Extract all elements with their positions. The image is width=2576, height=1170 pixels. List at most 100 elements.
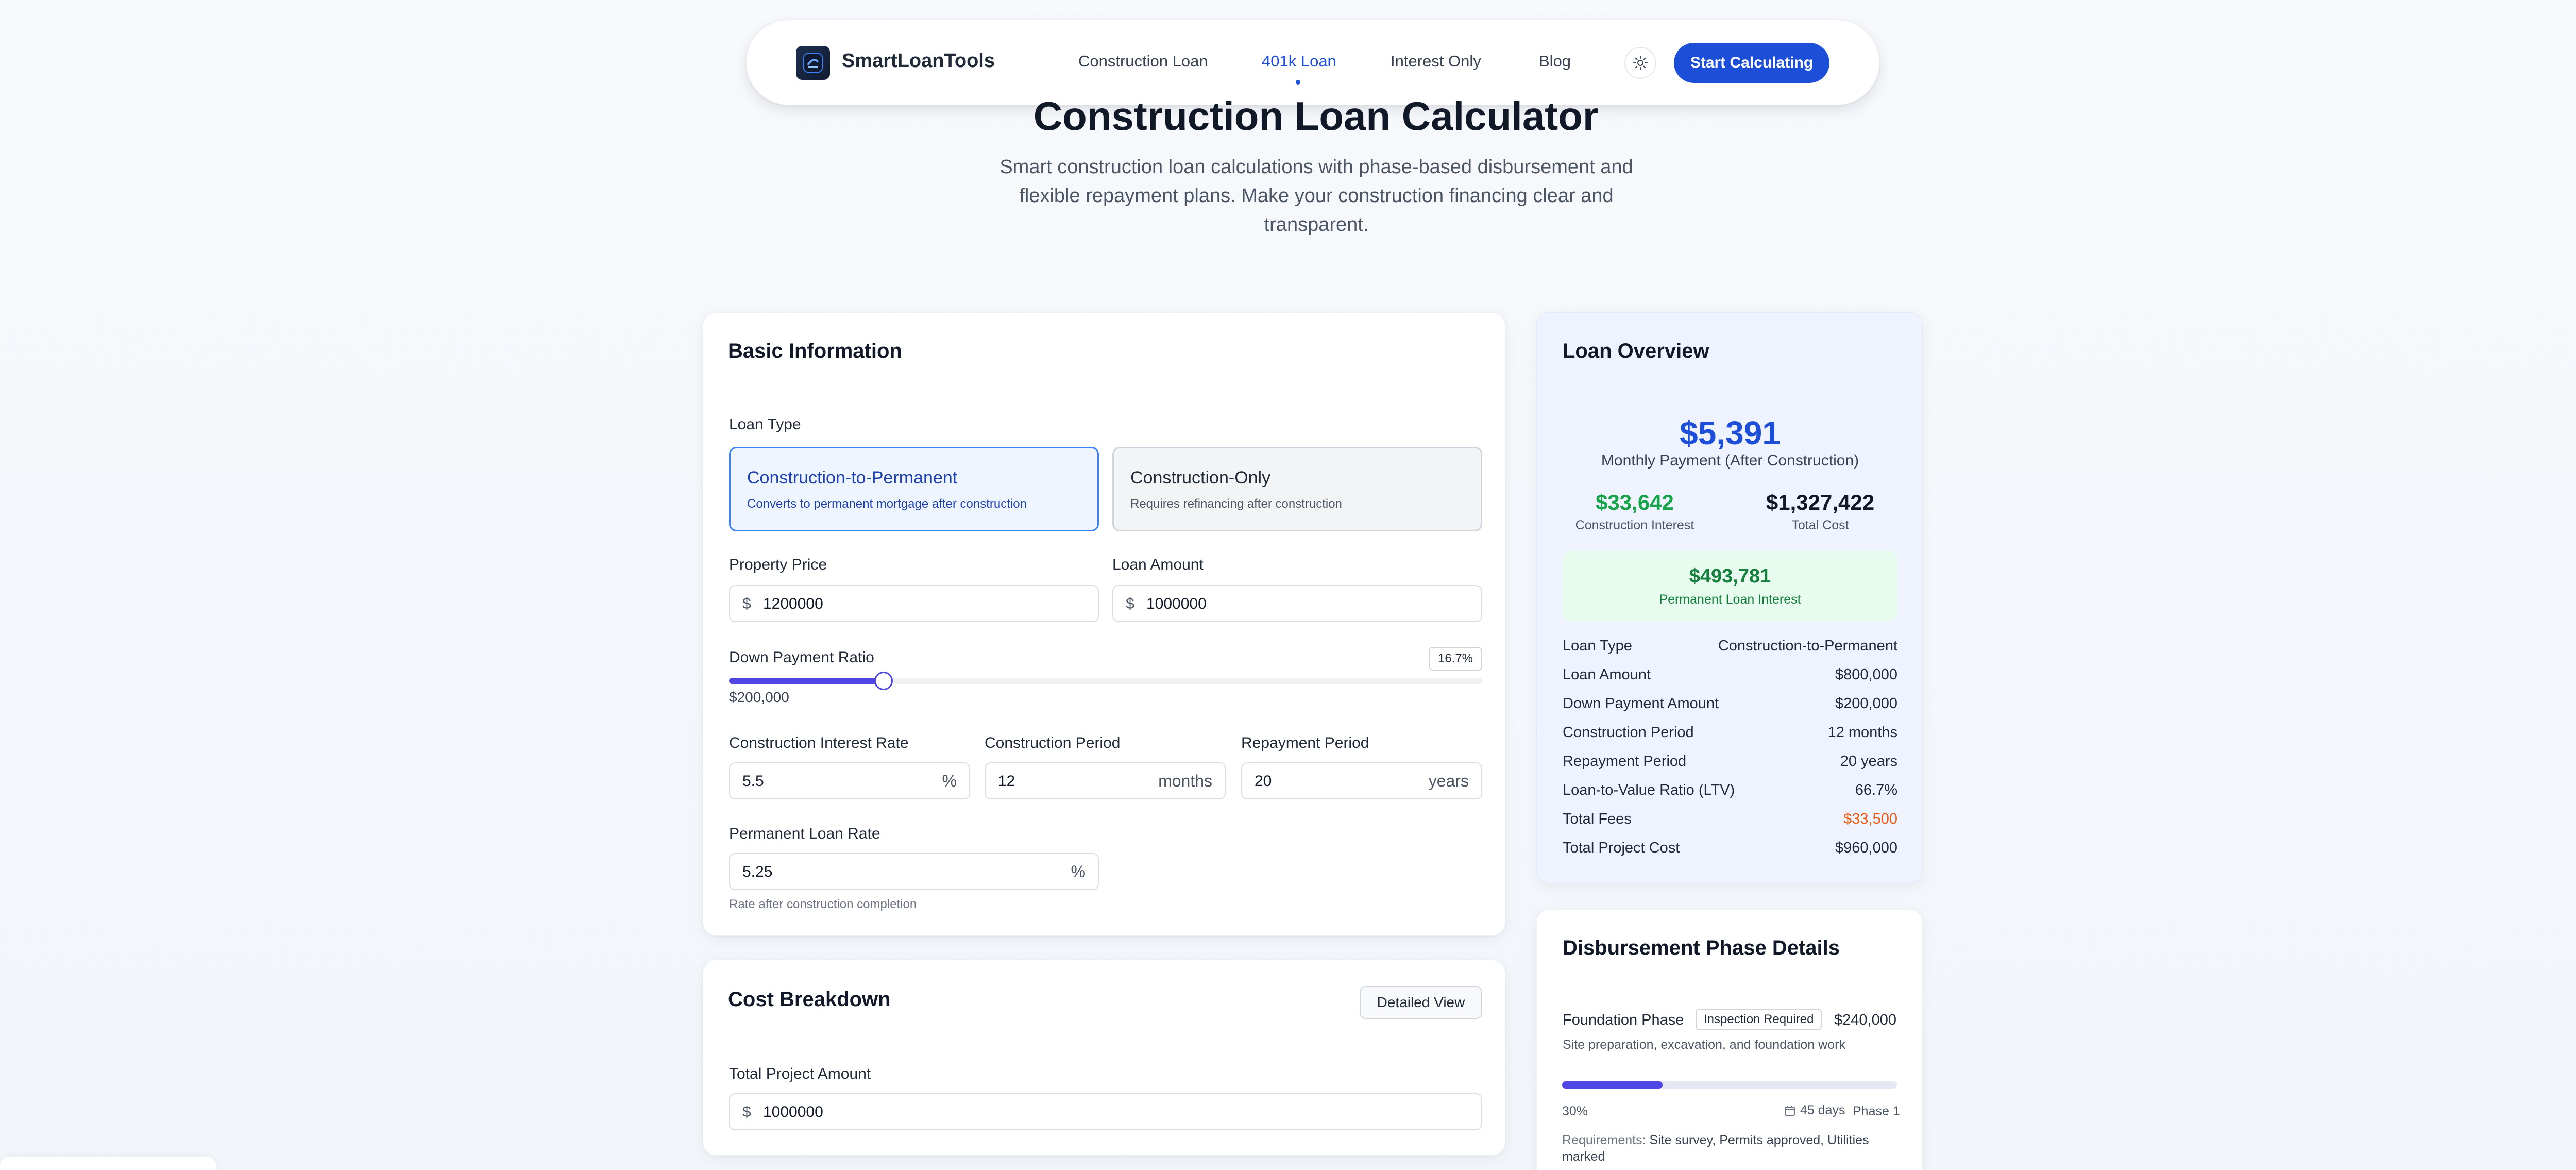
input-suffix: %: [942, 772, 957, 790]
overview-row-repayment-period: Repayment Period 20 years: [1563, 753, 1897, 774]
row-value: 66.7%: [1855, 782, 1897, 798]
loan-type-option-construction-only[interactable]: Construction-Only Requires refinancing a…: [1112, 447, 1482, 531]
construction-rate-input[interactable]: 5.5 %: [729, 762, 970, 799]
permanent-rate-hint: Rate after construction completion: [729, 897, 917, 911]
total-project-amount-input[interactable]: $ 1000000: [729, 1093, 1482, 1130]
permanent-interest-value: $493,781: [1689, 565, 1771, 587]
row-key: Repayment Period: [1563, 753, 1687, 770]
card-title: Cost Breakdown: [728, 988, 891, 1011]
permanent-rate-label: Permanent Loan Rate: [729, 825, 880, 842]
monthly-payment-label: Monthly Payment (After Construction): [1601, 452, 1859, 469]
nav-link-blog[interactable]: Blog: [1539, 52, 1571, 71]
phase-number: Phase 1: [1853, 1104, 1900, 1118]
input-value: 1000000: [763, 1104, 823, 1121]
row-key: Construction Period: [1563, 724, 1694, 741]
input-suffix: years: [1428, 772, 1469, 790]
loan-amount-input[interactable]: $ 1000000: [1112, 585, 1482, 622]
property-price-label: Property Price: [729, 556, 827, 573]
overview-row-loan-amount: Loan Amount $800,000: [1563, 666, 1897, 687]
overview-row-down-payment: Down Payment Amount $200,000: [1563, 695, 1897, 716]
currency-prefix: $: [1126, 595, 1134, 612]
total-project-amount-label: Total Project Amount: [729, 1065, 871, 1082]
sun-icon: [1633, 56, 1648, 70]
construction-period-label: Construction Period: [985, 734, 1121, 751]
row-value: Construction-to-Permanent: [1718, 638, 1897, 654]
brand-name[interactable]: SmartLoanTools: [842, 50, 995, 72]
input-value: 1000000: [1146, 595, 1207, 612]
currency-prefix: $: [742, 1104, 751, 1121]
nav-link-interest-only[interactable]: Interest Only: [1391, 52, 1481, 71]
card-title: Basic Information: [728, 340, 902, 362]
option-title: Construction-to-Permanent: [747, 468, 958, 488]
slider-fill: [729, 678, 884, 684]
input-suffix: %: [1071, 862, 1086, 881]
slider-thumb[interactable]: [874, 672, 893, 690]
requirements-label: Requirements:: [1562, 1133, 1646, 1147]
property-price-input[interactable]: $ 1200000: [729, 585, 1099, 622]
loan-overview-card: Loan Overview $5,391 Monthly Payment (Af…: [1536, 312, 1923, 883]
construction-period-input[interactable]: 12 months: [985, 762, 1226, 799]
permanent-interest-box: $493,781 Permanent Loan Interest: [1563, 551, 1897, 621]
row-value: $33,500: [1843, 811, 1897, 827]
phase-description: Site preparation, excavation, and founda…: [1563, 1038, 1845, 1052]
option-description: Requires refinancing after construction: [1130, 497, 1342, 511]
disbursement-phase-card: Disbursement Phase Details Foundation Ph…: [1536, 909, 1923, 1170]
nav-link-construction-loan[interactable]: Construction Loan: [1078, 52, 1208, 71]
down-payment-percent-badge: 16.7%: [1429, 647, 1482, 671]
card-title: Loan Overview: [1563, 340, 1709, 362]
phase-percent: 30%: [1562, 1104, 1588, 1118]
page-subtitle: Smart construction loan calculations wit…: [999, 156, 1633, 236]
theme-toggle-button[interactable]: [1624, 47, 1656, 79]
currency-prefix: $: [742, 595, 751, 612]
detailed-view-button[interactable]: Detailed View: [1360, 986, 1482, 1019]
overview-row-loan-type: Loan Type Construction-to-Permanent: [1563, 638, 1897, 658]
row-key: Total Fees: [1563, 811, 1632, 827]
input-value: 5.25: [742, 863, 773, 880]
progress-fill: [1562, 1081, 1663, 1089]
row-value: 20 years: [1840, 753, 1897, 770]
loan-type-label: Loan Type: [729, 416, 801, 433]
row-key: Loan Type: [1563, 638, 1632, 654]
row-value: 12 months: [1827, 724, 1897, 741]
construction-rate-label: Construction Interest Rate: [729, 734, 909, 751]
total-cost-label: Total Cost: [1791, 518, 1849, 532]
row-value: $800,000: [1835, 666, 1897, 683]
repayment-period-label: Repayment Period: [1241, 734, 1369, 751]
repayment-period-input[interactable]: 20 years: [1241, 762, 1482, 799]
row-key: Loan-to-Value Ratio (LTV): [1563, 782, 1735, 798]
monthly-payment-value: $5,391: [1680, 414, 1781, 452]
row-key: Total Project Cost: [1563, 840, 1680, 856]
active-indicator: [1296, 80, 1300, 85]
phase-name: Foundation Phase: [1563, 1012, 1684, 1028]
total-cost-value: $1,327,422: [1766, 490, 1875, 514]
overview-row-ltv: Loan-to-Value Ratio (LTV) 66.7%: [1563, 782, 1897, 803]
option-title: Construction-Only: [1130, 468, 1271, 488]
row-value: $960,000: [1835, 840, 1897, 856]
permanent-rate-input[interactable]: 5.25 %: [729, 853, 1099, 890]
down-payment-label: Down Payment Ratio: [729, 649, 874, 666]
loan-type-option-construction-to-permanent[interactable]: Construction-to-Permanent Converts to pe…: [729, 447, 1099, 531]
input-value: 5.5: [742, 773, 764, 790]
logo-icon[interactable]: [796, 46, 830, 80]
input-value: 20: [1255, 773, 1272, 790]
row-value: $200,000: [1835, 695, 1897, 712]
loan-amount-label: Loan Amount: [1112, 556, 1204, 573]
bottom-left-panel: [0, 1157, 216, 1170]
row-key: Down Payment Amount: [1563, 695, 1719, 712]
input-value: 1200000: [763, 595, 823, 612]
option-description: Converts to permanent mortgage after con…: [747, 497, 1027, 511]
input-suffix: months: [1158, 772, 1212, 790]
page-title: Construction Loan Calculator: [1033, 93, 1599, 139]
overview-row-total-project-cost: Total Project Cost $960,000: [1563, 840, 1897, 860]
phase-progress-bar: [1562, 1081, 1897, 1089]
basic-information-card: Basic Information Loan Type Construction…: [703, 312, 1505, 936]
input-value: 12: [998, 773, 1015, 790]
down-payment-slider[interactable]: [729, 672, 1482, 690]
phase-requirements: Requirements: Site survey, Permits appro…: [1562, 1132, 1897, 1165]
construction-interest-value: $33,642: [1596, 490, 1674, 514]
calendar-icon: [1785, 1105, 1795, 1116]
nav-link-401k-loan[interactable]: 401k Loan: [1262, 52, 1336, 71]
overview-row-construction-period: Construction Period 12 months: [1563, 724, 1897, 745]
start-calculating-button[interactable]: Start Calculating: [1674, 43, 1829, 83]
down-payment-amount: $200,000: [729, 689, 789, 705]
